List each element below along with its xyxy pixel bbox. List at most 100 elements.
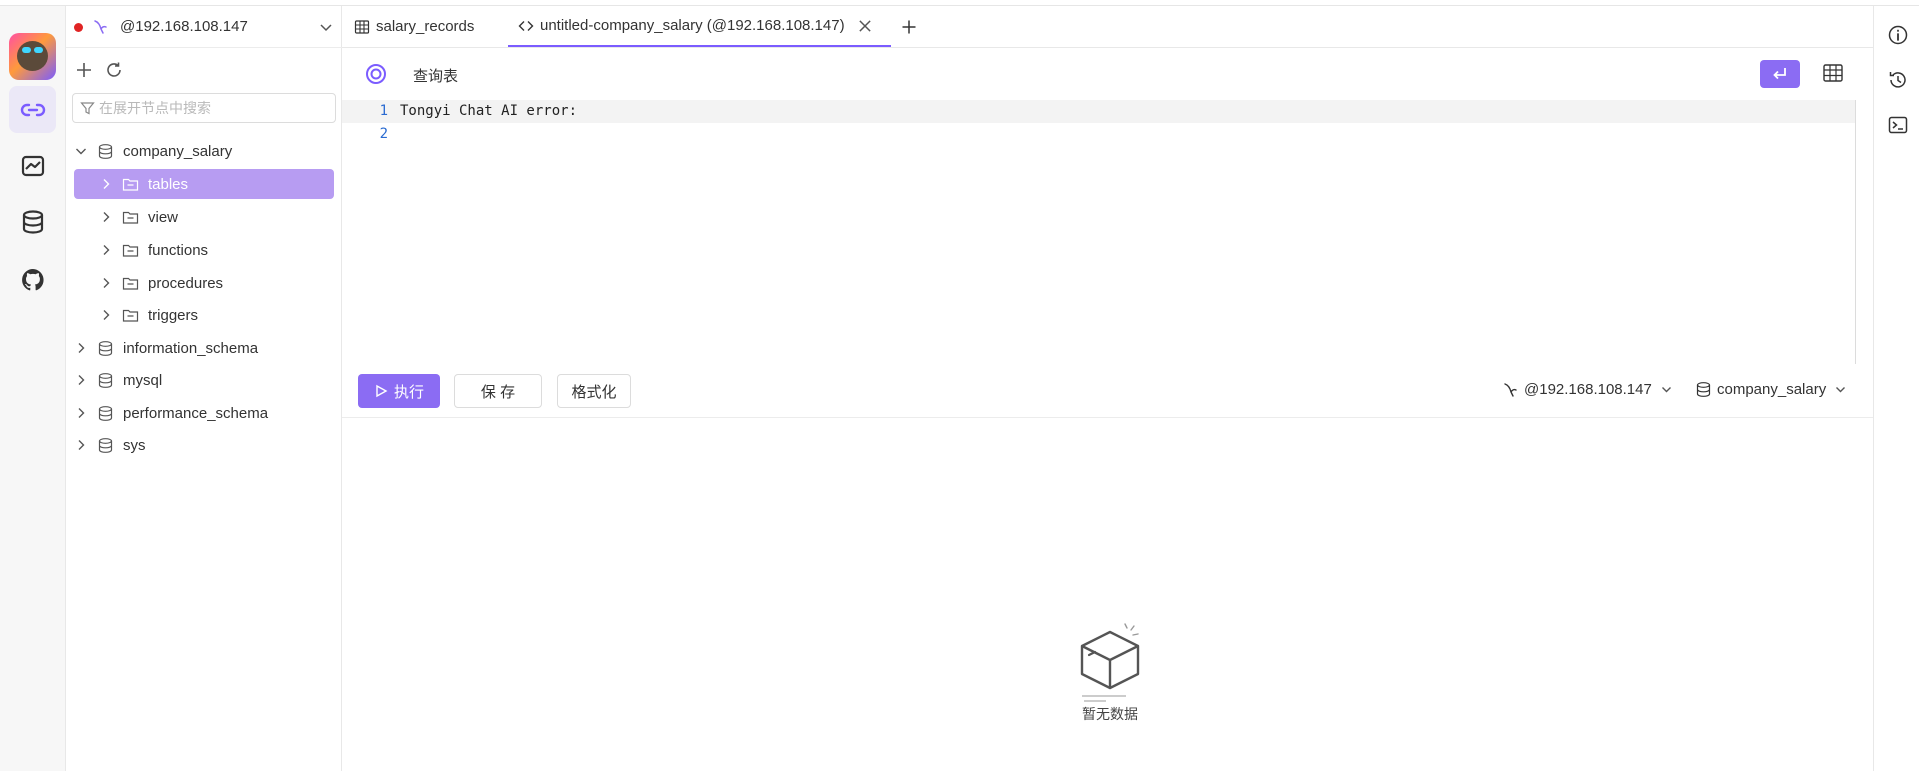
chevron-right-icon[interactable] xyxy=(99,177,113,191)
info-icon[interactable] xyxy=(1887,24,1909,46)
chevron-right-icon[interactable] xyxy=(74,406,88,420)
app-logo xyxy=(9,33,56,80)
results-empty-state: 暂无数据 xyxy=(1070,620,1150,724)
tree-item-company-salary[interactable]: company_salary xyxy=(74,136,334,166)
tree-item-functions[interactable]: functions xyxy=(74,235,334,265)
folder-icon xyxy=(122,277,139,290)
connection-status-dot xyxy=(74,23,83,32)
ai-assistant-icon[interactable] xyxy=(365,63,387,85)
editor-line: 1 Tongyi Chat AI error: xyxy=(342,100,1855,123)
table-icon xyxy=(354,19,370,34)
dashboard-nav-button[interactable] xyxy=(9,142,56,189)
folder-icon xyxy=(122,178,139,191)
tree-item-label: procedures xyxy=(148,274,224,292)
code-icon xyxy=(518,20,534,31)
github-icon xyxy=(21,268,44,290)
chevron-right-icon[interactable] xyxy=(74,373,88,387)
tree-item-label: mysql xyxy=(123,371,163,389)
terminal-icon[interactable] xyxy=(1887,114,1909,136)
tree-item-label: view xyxy=(148,208,179,226)
connections-nav-button[interactable] xyxy=(9,86,56,133)
tree-item-label: functions xyxy=(148,241,209,259)
database-icon xyxy=(98,340,113,356)
tree-item-sys[interactable]: sys xyxy=(74,430,334,460)
tree-search xyxy=(72,93,336,123)
folder-icon xyxy=(122,309,139,322)
tree-search-input[interactable] xyxy=(99,98,331,118)
tree-item-triggers[interactable]: triggers xyxy=(74,300,334,330)
save-button-label: 保 存 xyxy=(480,383,516,401)
chevron-right-icon[interactable] xyxy=(99,276,113,290)
database-select-value: company_salary xyxy=(1717,381,1827,398)
tab-label: salary_records xyxy=(376,18,475,35)
folder-icon xyxy=(122,211,139,224)
connection-select[interactable]: @192.168.108.147 xyxy=(1502,381,1673,398)
line-code: Tongyi Chat AI error: xyxy=(400,103,578,119)
mysql-icon xyxy=(1504,383,1517,397)
enter-icon xyxy=(1773,68,1786,80)
github-nav-button[interactable] xyxy=(9,256,56,303)
tree-item-tables[interactable]: tables xyxy=(74,169,334,199)
tree-item-label: performance_schema xyxy=(123,404,269,422)
database-icon xyxy=(1696,382,1711,397)
empty-box-icon xyxy=(1080,623,1140,702)
right-toolbar xyxy=(1873,6,1919,771)
editor-tabs: salary_records untitled-company_salary (… xyxy=(342,6,1873,48)
activity-bar xyxy=(0,6,66,771)
close-icon[interactable] xyxy=(857,18,873,34)
editor-line: 2 xyxy=(342,123,1855,146)
chevron-down-icon xyxy=(1661,387,1671,393)
database-explorer: @192.168.108.147 company_salary tables v… xyxy=(66,6,342,771)
tree-item-label: tables xyxy=(148,175,189,193)
database-icon xyxy=(98,372,113,388)
chevron-down-icon[interactable] xyxy=(318,19,334,35)
enter-button[interactable] xyxy=(1760,60,1800,88)
chevron-right-icon[interactable] xyxy=(99,210,113,224)
save-button[interactable]: 保 存 xyxy=(454,374,542,408)
database-nav-button[interactable] xyxy=(9,198,56,245)
line-number: 1 xyxy=(379,103,388,119)
tree-item-procedures[interactable]: procedures xyxy=(74,268,334,298)
chevron-right-icon[interactable] xyxy=(99,308,113,322)
tree-item-performance-schema[interactable]: performance_schema xyxy=(74,398,334,428)
chevron-right-icon[interactable] xyxy=(74,341,88,355)
database-icon xyxy=(98,437,113,453)
table-view-icon[interactable] xyxy=(1822,62,1844,84)
add-icon[interactable] xyxy=(74,60,94,80)
database-icon xyxy=(22,209,43,234)
chevron-right-icon[interactable] xyxy=(99,243,113,257)
editor-header: 查询表 xyxy=(342,48,1873,100)
format-button-label: 格式化 xyxy=(571,383,617,401)
explorer-toolbar xyxy=(66,48,342,92)
history-icon[interactable] xyxy=(1887,69,1909,91)
database-icon xyxy=(98,405,113,421)
add-tab-icon[interactable] xyxy=(900,18,918,36)
mysql-icon xyxy=(94,20,107,34)
tree-item-label: triggers xyxy=(148,306,199,324)
query-input-label[interactable]: 查询表 xyxy=(413,65,458,86)
tree-item-mysql[interactable]: mysql xyxy=(74,365,334,395)
tree-item-view[interactable]: view xyxy=(74,202,334,232)
chevron-down-icon[interactable] xyxy=(74,144,88,158)
database-select[interactable]: company_salary xyxy=(1695,381,1847,398)
run-button[interactable]: 执行 xyxy=(358,374,440,408)
play-icon xyxy=(376,384,388,398)
tree-item-information-schema[interactable]: information_schema xyxy=(74,333,334,363)
connection-label: @192.168.108.147 xyxy=(120,18,248,35)
chevron-right-icon[interactable] xyxy=(74,438,88,452)
tab-salary-records[interactable]: salary_records xyxy=(354,6,474,47)
format-button[interactable]: 格式化 xyxy=(557,374,631,408)
chart-icon xyxy=(21,155,44,176)
sql-editor[interactable]: 1 Tongyi Chat AI error: 2 xyxy=(342,100,1855,364)
link-icon xyxy=(20,103,45,116)
chevron-down-icon xyxy=(1836,387,1846,393)
editor-scrollbar[interactable] xyxy=(1855,100,1856,364)
tree-item-label: sys xyxy=(123,436,146,454)
tab-untitled-company-salary[interactable]: untitled-company_salary (@192.168.108.14… xyxy=(508,6,891,47)
tree-item-label: company_salary xyxy=(123,142,233,160)
connection-header[interactable]: @192.168.108.147 xyxy=(66,6,342,48)
action-bar: 执行 保 存 格式化 @192.168.108.147 company_sala… xyxy=(342,364,1873,418)
connection-select-value: @192.168.108.147 xyxy=(1524,381,1652,398)
refresh-icon[interactable] xyxy=(104,60,124,80)
line-number: 2 xyxy=(379,126,388,142)
